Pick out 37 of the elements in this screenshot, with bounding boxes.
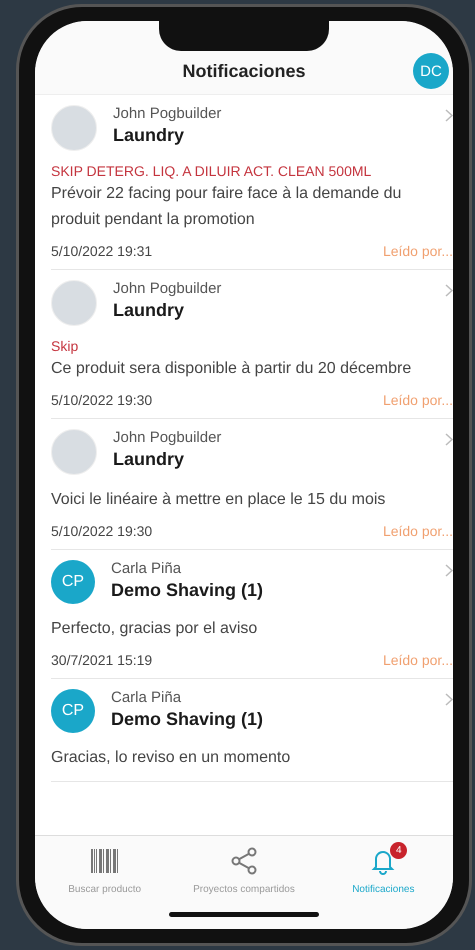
tab[interactable]: Proyectos compartidos — [174, 846, 314, 895]
project-name: Laundry — [113, 125, 186, 146]
sender-name: John Pogbuilder — [113, 105, 222, 122]
screen-title: Notificaciones — [182, 61, 306, 82]
sender-name: John Pogbuilder — [113, 280, 222, 297]
notification-item[interactable]: John Pogbuilder Laundry Voici le linéaire à mettre en place le 15 du mois 5/10/2022 19:30 Leído por... — [51, 419, 453, 550]
timestamp: 5/10/2022 19:31 — [51, 243, 152, 259]
sender-name: John Pogbuilder — [113, 429, 222, 446]
message-text: Gracias, lo reviso en un momento — [51, 748, 292, 768]
project-name: Demo Shaving (1) — [111, 580, 264, 601]
sender-name: Carla Piña — [111, 689, 182, 706]
project-name: Laundry — [113, 449, 186, 470]
user-avatar[interactable]: DC — [413, 53, 449, 89]
timestamp: 5/10/2022 19:30 — [51, 523, 152, 539]
notification-item[interactable]: John Pogbuilder Laundry SKIP DETERG. LIQ. A DILUIR ACT. CLEAN 500ML Prévoir 22 facing pour faire face à la demande du produit pendant la promotion 5/10/2022 19:31 Leído por... — [51, 95, 453, 270]
read-by-link[interactable]: Leído por... — [382, 652, 453, 668]
message-text: Prévoir 22 facing pour faire face à la demande du produit pendant la promotion — [51, 184, 402, 230]
tab[interactable]: Buscar producto — [35, 846, 174, 895]
initials-avatar: CP — [51, 689, 95, 733]
product-tag: Skip — [51, 338, 453, 354]
message-text: Voici le linéaire à mettre en place le 15 du mois — [51, 490, 386, 510]
message-text: Ce produit sera disponible à partir du 20 décembre — [51, 359, 412, 379]
project-name: Demo Shaving (1) — [111, 709, 264, 730]
read-by-link[interactable]: Leído por... — [382, 243, 453, 259]
message-text: Perfecto, gracias por el aviso — [51, 619, 258, 639]
notification-item[interactable]: CP Carla Piña Demo Shaving (1) Perfecto, gracias por el aviso 30/7/2021 15:19 Leído por... — [51, 550, 453, 679]
timestamp: 5/10/2022 19:30 — [51, 392, 152, 408]
sender-name: Carla Piña — [111, 560, 182, 577]
initials-avatar: CP — [51, 560, 95, 604]
notification-item[interactable]: John Pogbuilder Laundry Skip Ce produit sera disponible à partir du 20 décembre 5/10/2022 19:30 Leído por... — [51, 270, 453, 419]
project-name: Laundry — [113, 300, 186, 321]
timestamp: 30/7/2021 15:19 — [51, 652, 152, 668]
count-badge: 4 — [390, 842, 408, 859]
product-tag: SKIP DETERG. LIQ. A DILUIR ACT. CLEAN 500ML — [51, 163, 453, 179]
read-by-link[interactable]: Leído por... — [382, 523, 453, 539]
notification-item[interactable]: CP Carla Piña Demo Shaving (1) Gracias, lo reviso en un momento — [51, 679, 453, 782]
read-by-link[interactable]: Leído por... — [382, 392, 453, 408]
